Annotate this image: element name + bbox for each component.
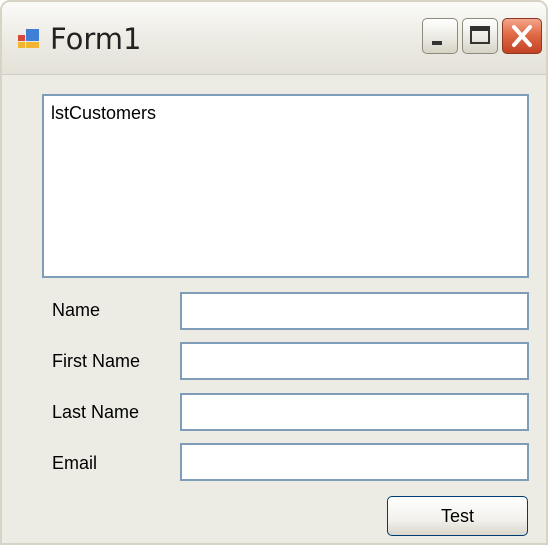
minimize-icon — [432, 41, 442, 45]
first-name-label: First Name — [52, 351, 141, 371]
listbox-item: lstCustomers — [51, 103, 157, 123]
window-title: Form1 — [50, 22, 142, 56]
test-button[interactable]: Test — [387, 496, 528, 536]
last-name-label: Last Name — [52, 402, 140, 422]
last-name-field[interactable] — [180, 393, 529, 431]
close-icon — [512, 25, 532, 47]
minimize-button[interactable] — [422, 18, 458, 54]
form-window: Form1 lstCustomers Name First Name Last … — [0, 0, 548, 545]
email-field[interactable] — [180, 443, 529, 481]
close-button[interactable] — [502, 18, 542, 54]
email-label: Email — [52, 453, 98, 473]
first-name-field[interactable] — [180, 342, 529, 380]
name-field[interactable] — [180, 292, 529, 330]
maximize-button[interactable] — [462, 18, 498, 54]
maximize-icon — [470, 26, 490, 44]
customers-listbox[interactable]: lstCustomers — [42, 94, 529, 278]
app-form-icon[interactable] — [18, 29, 40, 49]
name-label: Name — [52, 300, 101, 320]
title-bar[interactable]: Form1 — [2, 2, 546, 75]
